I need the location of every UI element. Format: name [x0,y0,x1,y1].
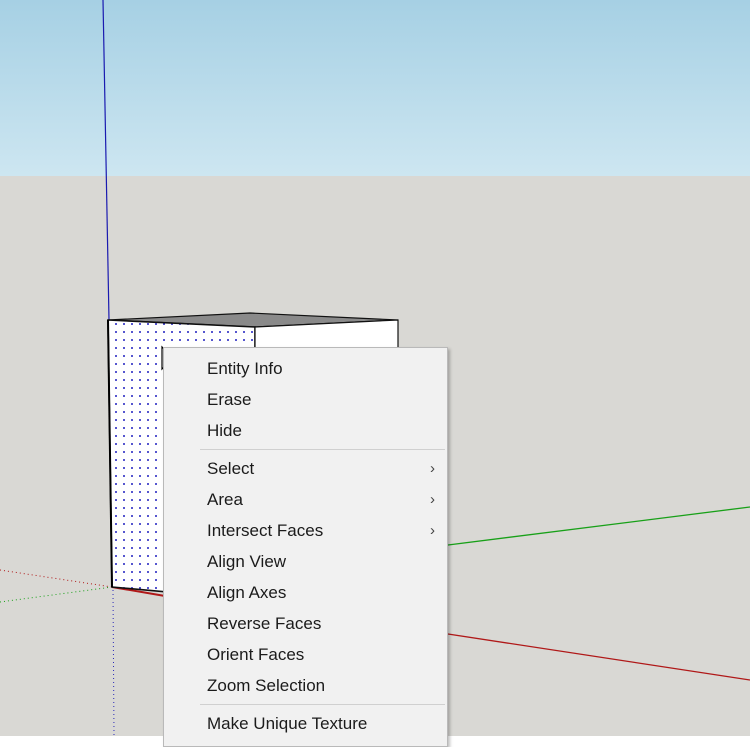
menu-item-label: Select [207,459,255,478]
menu-item-label: Intersect Faces [207,521,324,540]
chevron-right-icon: › [430,522,435,539]
menu-item-orient-faces[interactable]: Orient Faces [164,639,447,670]
menu-item-label: Zoom Selection [207,676,326,695]
menu-item-intersect-faces[interactable]: Intersect Faces › [164,515,447,546]
red-axis [447,633,750,681]
chevron-right-icon: › [430,460,435,477]
menu-item-reverse-faces[interactable]: Reverse Faces [164,608,447,639]
menu-item-label: Hide [207,421,242,440]
menu-item-label: Reverse Faces [207,614,322,633]
menu-item-label: Entity Info [207,359,283,378]
menu-item-label: Align Axes [207,583,287,602]
menu-item-entity-info[interactable]: Entity Info [164,353,447,384]
menu-separator [200,449,445,450]
menu-item-align-view[interactable]: Align View [164,546,447,577]
menu-item-erase[interactable]: Erase [164,384,447,415]
context-menu: Entity Info Erase Hide Select › Area › Int… [163,347,448,747]
menu-item-make-unique-texture[interactable]: Make Unique Texture [164,708,447,739]
menu-item-area[interactable]: Area › [164,484,447,515]
blue-axis-hidden [112,589,115,736]
menu-separator [200,704,445,705]
menu-item-label: Area [207,490,243,509]
menu-item-label: Align View [207,552,287,571]
menu-item-zoom-selection[interactable]: Zoom Selection [164,670,447,701]
green-axis [447,506,750,546]
3d-viewport[interactable]: Entity Info Erase Hide Select › Area › Int… [0,0,750,747]
menu-item-hide[interactable]: Hide [164,415,447,446]
blue-axis [102,0,110,321]
green-axis-hidden [0,586,113,603]
chevron-right-icon: › [430,491,435,508]
menu-item-align-axes[interactable]: Align Axes [164,577,447,608]
menu-item-select[interactable]: Select › [164,453,447,484]
menu-item-label: Orient Faces [207,645,305,664]
menu-item-label: Make Unique Texture [207,714,368,733]
red-axis-hidden [0,569,113,588]
menu-item-label: Erase [207,390,252,409]
